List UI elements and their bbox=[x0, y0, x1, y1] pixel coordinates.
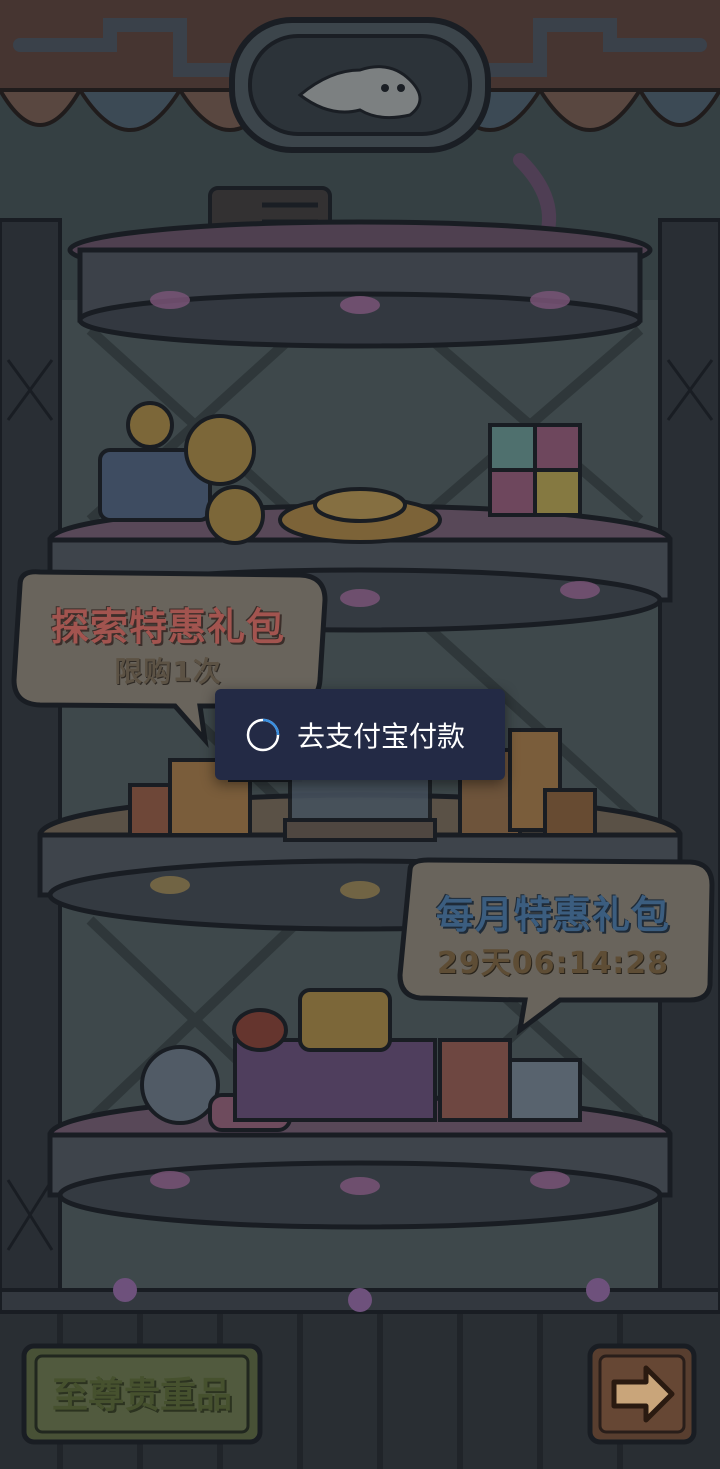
next-button[interactable] bbox=[588, 1344, 696, 1444]
premium-items-button[interactable]: 至尊贵重品 bbox=[22, 1344, 262, 1444]
loading-spinner-icon bbox=[246, 718, 280, 751]
explore-bundle-title[interactable]: 探索特惠礼包 bbox=[48, 596, 288, 651]
arrow-right-icon bbox=[611, 1365, 675, 1423]
monthly-bundle-title[interactable]: 每月特惠礼包 bbox=[428, 884, 678, 939]
explore-bundle-limit: 限购1次 bbox=[114, 655, 222, 688]
payment-toast: 去支付宝付款 bbox=[215, 689, 505, 780]
monthly-bundle-timer: 29天06:14:28 bbox=[437, 946, 669, 981]
premium-items-label: 至尊贵重品 bbox=[51, 1375, 232, 1416]
toast-message: 去支付宝付款 bbox=[297, 719, 466, 753]
